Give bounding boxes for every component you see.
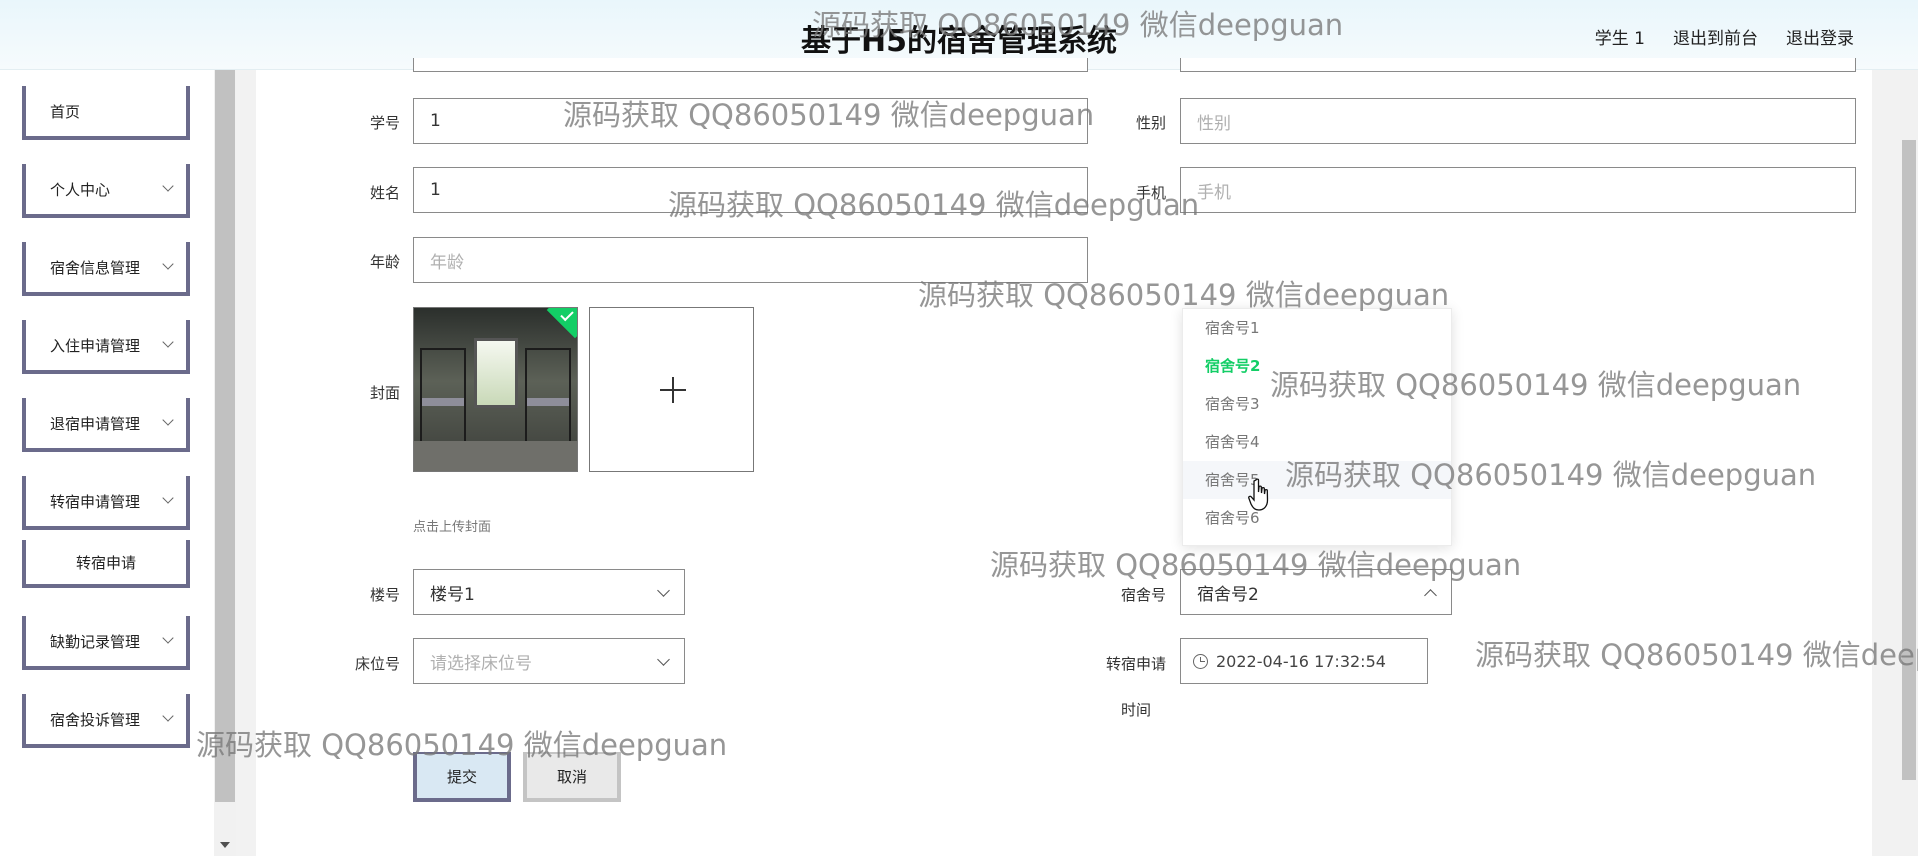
user-name-link[interactable]: 学生 1 — [1595, 24, 1645, 49]
scrollbar-thumb[interactable] — [1902, 140, 1916, 780]
sidebar-item-checkin-apply[interactable]: 入住申请管理 — [22, 320, 190, 374]
sidebar-item-label: 个人中心 — [50, 180, 111, 199]
bed-select[interactable]: 请选择床位号 — [413, 638, 685, 684]
room-option-hovered[interactable]: 宿舍号5 — [1183, 461, 1451, 499]
sidebar-item-home[interactable]: 首页 — [22, 86, 190, 140]
chevron-down-icon — [162, 492, 174, 504]
cover-upload-button[interactable] — [589, 307, 754, 472]
chevron-down-icon — [657, 653, 670, 666]
main-scrollbar[interactable] — [1900, 70, 1918, 856]
transfer-time-picker[interactable]: 2022-04-16 17:32:54 — [1180, 638, 1428, 684]
sidebar-item-label: 首页 — [50, 102, 81, 121]
room-option[interactable]: 宿舍号6 — [1183, 499, 1451, 537]
transfer-time-label-line2: 时间 — [1120, 701, 1151, 719]
sidebar-item-dorm-complaints[interactable]: 宿舍投诉管理 — [22, 694, 190, 748]
scroll-down-arrow-icon[interactable] — [220, 842, 230, 848]
sidebar-item-label: 宿舍信息管理 — [50, 258, 141, 277]
cancel-button[interactable]: 取消 — [523, 752, 621, 802]
building-select[interactable]: 楼号1 — [413, 569, 685, 615]
bed-select-placeholder: 请选择床位号 — [430, 653, 532, 674]
sidebar-item-personal-center[interactable]: 个人中心 — [22, 164, 190, 218]
transfer-time-value: 2022-04-16 17:32:54 — [1216, 651, 1386, 671]
sidebar-subitem-transfer-apply[interactable]: 转宿申请 — [22, 540, 190, 588]
chevron-down-icon — [162, 632, 174, 644]
submit-button[interactable]: 提交 — [413, 752, 511, 802]
room-option-selected[interactable]: 宿舍号2 — [1183, 347, 1451, 385]
room-select[interactable]: 宿舍号2 — [1180, 569, 1452, 615]
chevron-down-icon — [162, 710, 174, 722]
sidebar-item-absence-records[interactable]: 缺勤记录管理 — [22, 616, 190, 670]
sidebar-item-transfer-apply-manage[interactable]: 转宿申请管理 — [22, 476, 190, 530]
chevron-down-icon — [162, 336, 174, 348]
sidebar-item-label: 宿舍投诉管理 — [50, 710, 141, 729]
logout-link[interactable]: 退出登录 — [1786, 24, 1854, 49]
gender-label: 性别 — [1135, 114, 1166, 132]
cover-label: 封面 — [369, 384, 400, 402]
dorm-room-photo — [414, 308, 577, 471]
back-to-frontend-link[interactable]: 退出到前台 — [1673, 24, 1758, 49]
phone-label: 手机 — [1135, 184, 1166, 202]
name-label: 姓名 — [369, 184, 400, 202]
chevron-down-icon — [162, 258, 174, 270]
hand-cursor-icon — [1248, 478, 1269, 511]
phone-input[interactable]: 手机 — [1180, 167, 1856, 213]
bed-label: 床位号 — [354, 655, 400, 673]
header-links: 学生 1 退出到前台 退出登录 — [1595, 24, 1854, 49]
sidebar-item-dorm-info[interactable]: 宿舍信息管理 — [22, 242, 190, 296]
room-select-value: 宿舍号2 — [1197, 584, 1259, 605]
sidebar: 首页 个人中心 宿舍信息管理 入住申请管理 退宿申请管理 转宿申请管理 转宿申请… — [0, 70, 215, 856]
scrollbar-thumb[interactable] — [215, 70, 235, 802]
sidebar-item-label: 退宿申请管理 — [50, 414, 141, 433]
room-option[interactable]: 宿舍号4 — [1183, 423, 1451, 461]
cutoff-input-left — [413, 58, 1088, 72]
cover-image-thumbnail[interactable] — [413, 307, 578, 472]
student-id-input[interactable]: 1 — [413, 98, 1088, 144]
gender-input[interactable]: 性别 — [1180, 98, 1856, 144]
sidebar-item-label: 入住申请管理 — [50, 336, 141, 355]
sidebar-item-label: 转宿申请管理 — [50, 492, 141, 511]
cover-upload-hint: 点击上传封面 — [413, 520, 492, 535]
room-option[interactable]: 宿舍号3 — [1183, 385, 1451, 423]
age-input[interactable]: 年龄 — [413, 237, 1088, 283]
building-label: 楼号 — [369, 586, 400, 604]
sidebar-scrollbar[interactable] — [214, 70, 236, 856]
building-select-value: 楼号1 — [430, 584, 475, 605]
chevron-down-icon — [162, 180, 174, 192]
cutoff-input-right — [1180, 58, 1856, 72]
sidebar-item-checkout-apply[interactable]: 退宿申请管理 — [22, 398, 190, 452]
chevron-down-icon — [657, 584, 670, 597]
transfer-time-label-line1: 转宿申请 — [1105, 655, 1166, 673]
chevron-up-icon — [1424, 589, 1437, 602]
sidebar-item-label: 缺勤记录管理 — [50, 632, 141, 651]
room-dropdown-menu: 宿舍号1 宿舍号2 宿舍号3 宿舍号4 宿舍号5 宿舍号6 — [1182, 308, 1452, 546]
room-option[interactable]: 宿舍号1 — [1183, 309, 1451, 347]
age-label: 年龄 — [369, 253, 400, 271]
sidebar-item-label: 转宿申请 — [75, 553, 136, 572]
name-input[interactable]: 1 — [413, 167, 1088, 213]
chevron-down-icon — [162, 414, 174, 426]
room-label: 宿舍号 — [1120, 586, 1166, 604]
clock-icon — [1193, 653, 1208, 669]
student-id-label: 学号 — [369, 114, 400, 132]
